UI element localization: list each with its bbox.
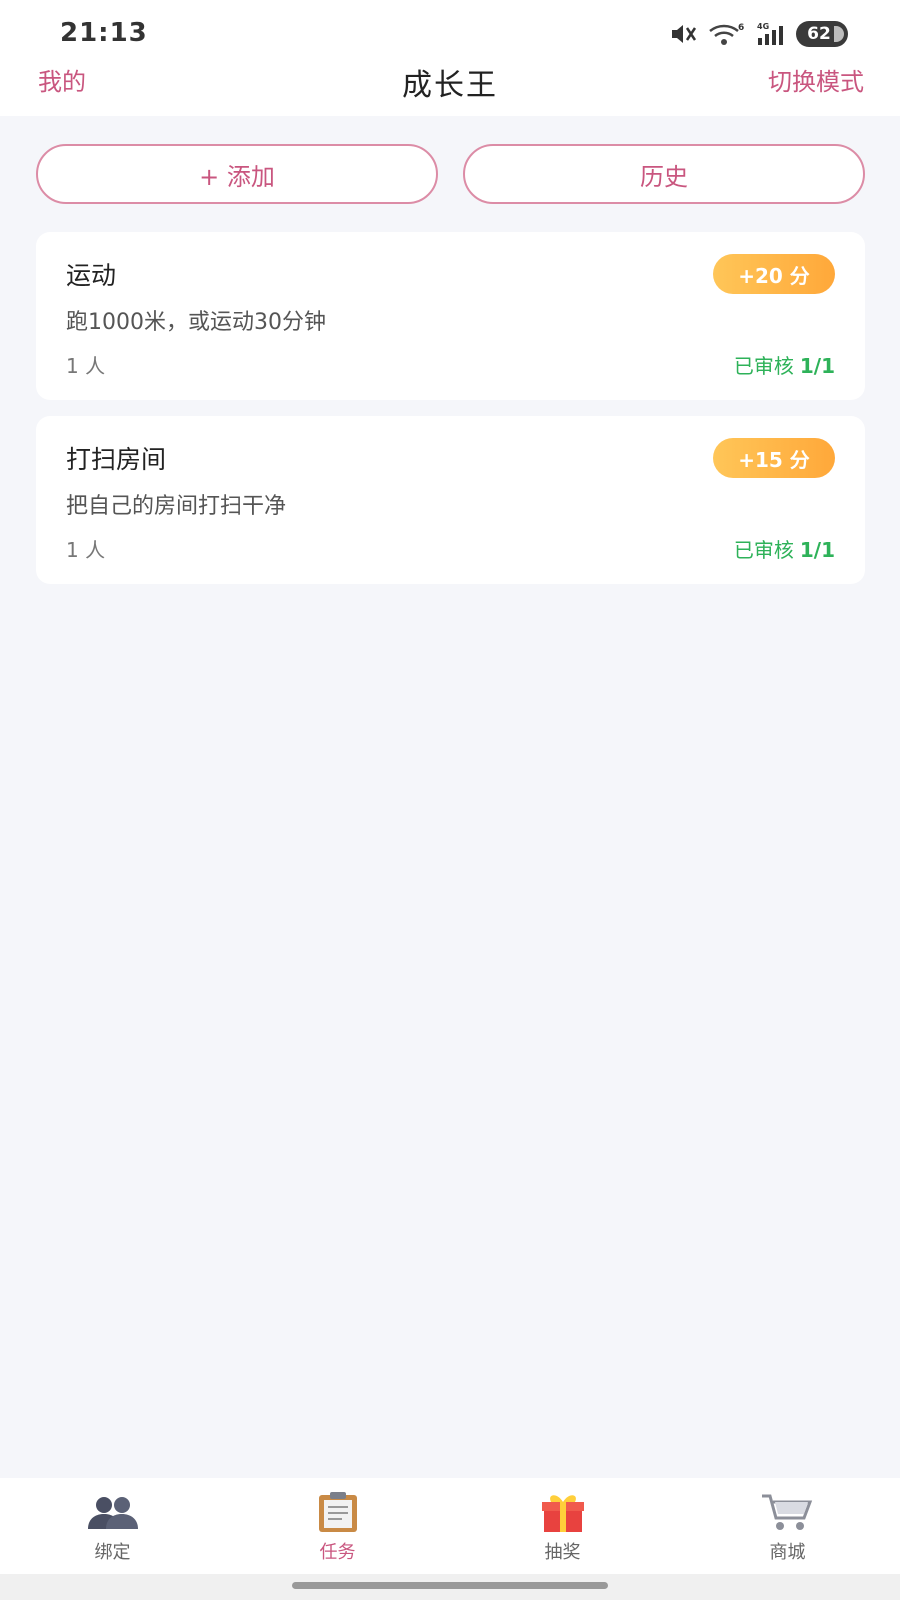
signal-icon: 4G — [757, 22, 783, 45]
status-time: 21:13 — [60, 18, 148, 48]
task-people: 1 人 — [66, 538, 106, 562]
status-count: 1/1 — [799, 538, 835, 562]
task-description: 跑1000米，或运动30分钟 — [66, 310, 326, 335]
task-description: 把自己的房间打扫干净 — [66, 494, 287, 519]
wifi-icon: 6 — [709, 23, 744, 45]
status-icons: 6 4G 62 — [670, 20, 848, 48]
battery-level: 62 — [807, 24, 831, 44]
task-title: 打扫房间 — [66, 445, 167, 474]
tab-lottery[interactable]: 抽奖 — [450, 1478, 675, 1574]
tab-tasks[interactable]: 任务 — [225, 1478, 450, 1574]
tab-shop[interactable]: 商城 — [675, 1478, 900, 1574]
status-label: 已审核 — [733, 354, 794, 378]
tab-bind[interactable]: 绑定 — [0, 1478, 225, 1574]
task-card[interactable]: 打扫房间 +15 分 把自己的房间打扫干净 1 人 已审核 1/1 — [36, 416, 865, 584]
add-task-button[interactable]: + 添加 — [36, 144, 438, 204]
bottom-tab-bar: 绑定 任务 抽奖 商城 — [0, 1478, 900, 1574]
top-bar: 21:13 6 4G 62 我的 成长王 切换模式 — [0, 0, 900, 116]
tab-label: 任务 — [319, 1542, 356, 1563]
task-title: 运动 — [66, 261, 117, 290]
task-people: 1 人 — [66, 354, 106, 378]
task-card[interactable]: 运动 +20 分 跑1000米，或运动30分钟 1 人 已审核 1/1 — [36, 232, 865, 400]
history-button[interactable]: 历史 — [463, 144, 865, 204]
tab-label: 抽奖 — [544, 1542, 581, 1563]
task-status: 已审核 1/1 — [734, 350, 835, 379]
battery-icon: 62 — [796, 21, 848, 47]
switch-mode-link[interactable]: 切换模式 — [768, 62, 864, 97]
app-screen: 21:13 6 4G 62 我的 成长王 切换模式 + 添加 历史 运动 +20… — [0, 0, 900, 1600]
users-icon — [84, 1490, 142, 1534]
status-label: 已审核 — [733, 538, 794, 562]
points-badge: +15 分 — [713, 438, 835, 478]
points-badge: +20 分 — [713, 254, 835, 294]
status-count: 1/1 — [799, 354, 835, 378]
task-status: 已审核 1/1 — [734, 534, 835, 563]
cart-icon — [760, 1490, 816, 1534]
wifi-label: 6 — [738, 23, 744, 33]
gift-icon — [539, 1490, 587, 1534]
tab-label: 商城 — [769, 1542, 806, 1563]
network-label: 4G — [757, 22, 769, 31]
page-title: 成长王 — [402, 68, 498, 103]
mute-icon — [672, 25, 697, 43]
clipboard-icon — [316, 1490, 360, 1534]
home-indicator[interactable] — [292, 1582, 608, 1589]
tab-label: 绑定 — [94, 1542, 131, 1563]
